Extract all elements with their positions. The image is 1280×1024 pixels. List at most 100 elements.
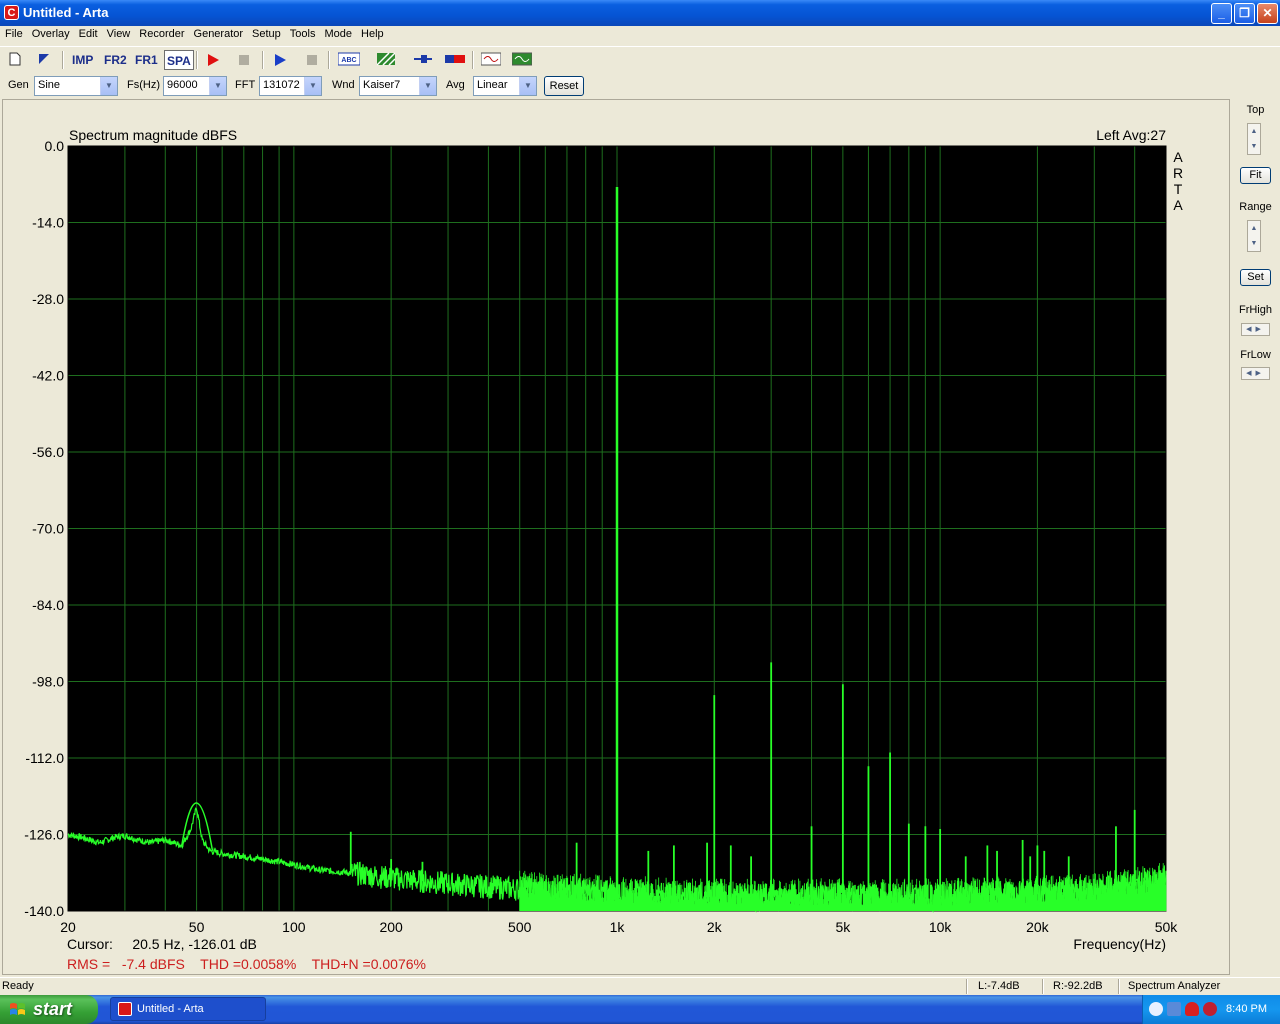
menu-view[interactable]: View <box>102 26 135 40</box>
chevron-down-icon[interactable]: ▼ <box>100 77 117 95</box>
fs-label: Fs(Hz) <box>127 79 160 91</box>
menu-file[interactable]: File <box>0 26 27 40</box>
top-spinner[interactable]: ▲ ▼ <box>1247 123 1261 155</box>
menu-generator[interactable]: Generator <box>189 26 248 40</box>
y-tick-label: -14.0 <box>32 215 64 231</box>
toolbar-separator <box>262 51 264 69</box>
menu-overlay[interactable]: Overlay <box>27 26 74 40</box>
spectrum-chart[interactable]: Spectrum magnitude dBFS Left Avg:27 ARTA… <box>3 100 1229 974</box>
fr1-mode-button[interactable]: FR1 <box>135 50 158 70</box>
right-control-panel: Top ▲ ▼ Fit Range ▲ ▼ Set FrHigh ◀▶ FrLo… <box>1231 99 1280 975</box>
side-letter: R <box>1173 165 1183 181</box>
taskbar-item-arta[interactable]: Untitled - Arta <box>110 997 266 1021</box>
set-button[interactable]: Set <box>1240 269 1271 286</box>
spectrum-scope-icon[interactable] <box>512 52 532 72</box>
slider-settings-icon[interactable] <box>413 52 433 72</box>
chevron-down-icon[interactable]: ▼ <box>419 77 436 95</box>
x-tick-label: 20 <box>60 919 76 935</box>
side-letter: T <box>1174 181 1183 197</box>
top-label: Top <box>1246 104 1265 116</box>
menu-edit[interactable]: Edit <box>74 26 102 40</box>
tray-expand-icon[interactable] <box>1149 1002 1163 1016</box>
x-tick-label: 1k <box>610 919 626 935</box>
generator-value: Sine <box>38 79 61 91</box>
generator-select[interactable]: Sine ▼ <box>34 76 118 96</box>
spa-mode-button[interactable]: SPA <box>164 50 194 70</box>
range-spinner[interactable]: ▲ ▼ <box>1247 220 1261 252</box>
sample-rate-select[interactable]: 96000 ▼ <box>163 76 227 96</box>
arta-app-icon <box>118 1002 132 1016</box>
toolbar-separator <box>196 51 198 69</box>
x-tick-label: 2k <box>707 919 723 935</box>
chart-title: Spectrum magnitude dBFS <box>69 127 237 143</box>
oscilloscope-icon[interactable] <box>481 52 501 72</box>
generator-play-icon[interactable] <box>273 53 287 73</box>
impulse-mode-button[interactable]: IMP <box>72 50 93 70</box>
reset-button[interactable]: Reset <box>544 76 584 96</box>
fft-size-select[interactable]: 131072 ▼ <box>259 76 322 96</box>
side-letter: A <box>1173 197 1183 213</box>
control-row: Gen Sine ▼ Fs(Hz) 96000 ▼ FFT 131072 ▼ W… <box>0 73 1280 98</box>
wnd-label: Wnd <box>332 79 355 91</box>
status-separator <box>1118 979 1120 994</box>
menu-recorder[interactable]: Recorder <box>134 26 188 40</box>
clock: 8:40 PM <box>1226 1003 1267 1015</box>
windows-flag-icon <box>10 1003 25 1015</box>
record-play-icon[interactable] <box>206 53 220 73</box>
y-tick-label: 0.0 <box>45 138 65 154</box>
y-tick-label: -84.0 <box>32 597 64 613</box>
chevron-down-icon[interactable]: ▼ <box>1248 236 1260 251</box>
fft-size-value: 131072 <box>263 79 300 91</box>
averaging-value: Linear <box>477 79 508 91</box>
hatch-display-icon[interactable] <box>377 52 395 72</box>
menu-tools[interactable]: Tools <box>285 26 320 40</box>
network-icon[interactable] <box>1167 1002 1181 1016</box>
open-file-icon[interactable] <box>37 52 51 72</box>
x-tick-label: 200 <box>379 919 403 935</box>
start-label: start <box>33 999 73 1019</box>
menu-mode[interactable]: Mode <box>319 26 356 40</box>
antivirus-icon[interactable] <box>1203 1002 1217 1016</box>
chevron-down-icon[interactable]: ▼ <box>519 77 536 95</box>
frlow-label: FrLow <box>1240 349 1271 361</box>
chevron-down-icon[interactable]: ▼ <box>304 77 321 95</box>
chevron-down-icon[interactable]: ▼ <box>1248 139 1260 154</box>
window-function-value: Kaiser7 <box>363 79 401 91</box>
security-shield-icon[interactable] <box>1185 1002 1199 1016</box>
menu-help[interactable]: Help <box>356 26 388 40</box>
avg-label: Avg <box>446 79 465 91</box>
chevron-up-icon[interactable]: ▲ <box>1248 221 1260 236</box>
frhigh-spinner[interactable]: ◀▶ <box>1241 323 1270 336</box>
y-tick-label: -112.0 <box>25 750 64 766</box>
toolbar-separator <box>62 51 64 69</box>
y-tick-label: -56.0 <box>32 444 64 460</box>
x-tick-label: 500 <box>508 919 532 935</box>
system-tray: 8:40 PM <box>1142 995 1280 1024</box>
fit-button[interactable]: Fit <box>1240 167 1271 184</box>
start-button[interactable]: start <box>0 995 98 1024</box>
minimize-button[interactable]: _ <box>1211 3 1232 24</box>
title-bar: C Untitled - Arta _ ❐ ✕ <box>0 0 1280 26</box>
taskbar-item-label: Untitled - Arta <box>137 1003 204 1015</box>
window-function-select[interactable]: Kaiser7 ▼ <box>359 76 437 96</box>
menu-bar: File Overlay Edit View Recorder Generator Setu… <box>0 26 1280 45</box>
close-button[interactable]: ✕ <box>1257 3 1278 24</box>
stop-record-icon[interactable] <box>237 53 251 73</box>
x-tick-label: 20k <box>1026 919 1050 935</box>
measurement-readout: RMS = -7.4 dBFS THD =0.0058% THD+N =0.00… <box>67 956 426 972</box>
frhigh-label: FrHigh <box>1238 304 1272 316</box>
menu-setup[interactable]: Setup <box>247 26 285 40</box>
level-meter-icon[interactable] <box>445 52 465 72</box>
averaging-select[interactable]: Linear ▼ <box>473 76 537 96</box>
fr2-mode-button[interactable]: FR2 <box>104 50 127 70</box>
frlow-spinner[interactable]: ◀▶ <box>1241 367 1270 380</box>
generator-stop-icon[interactable] <box>305 53 319 73</box>
taskbar: start Untitled - Arta 8:40 PM <box>0 995 1280 1024</box>
chevron-down-icon[interactable]: ▼ <box>209 77 226 95</box>
window-title: Untitled - Arta <box>23 5 109 20</box>
maximize-button[interactable]: ❐ <box>1234 3 1255 24</box>
abc-calibration-icon[interactable]: ABC <box>338 52 360 72</box>
toolbar-separator <box>472 51 474 69</box>
chevron-up-icon[interactable]: ▲ <box>1248 124 1260 139</box>
new-file-icon[interactable] <box>8 52 22 72</box>
